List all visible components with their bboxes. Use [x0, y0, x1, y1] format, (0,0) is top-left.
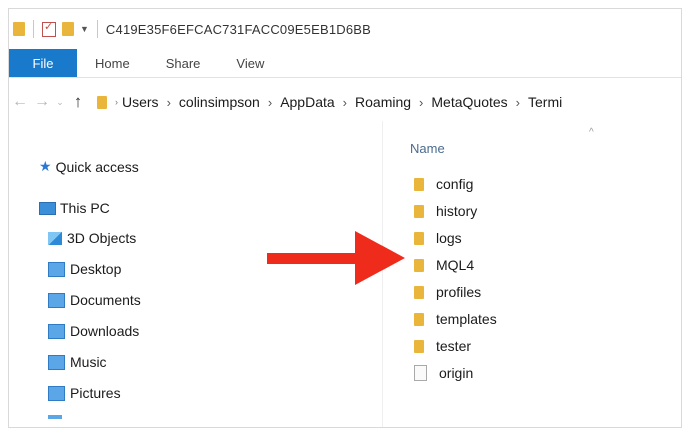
nav-item-label: Documents — [70, 292, 141, 308]
arrow-head — [355, 231, 405, 285]
list-item[interactable]: logs — [414, 230, 462, 246]
forward-arrow-icon[interactable]: → — [31, 93, 53, 111]
file-explorer-window: ▼ C419E35F6EFCAC731FACC09E5EB1D6BB File … — [8, 8, 682, 428]
chevron-right-icon[interactable]: › — [343, 95, 347, 110]
list-item[interactable]: config — [414, 176, 473, 192]
nav-quick-access[interactable]: ★ Quick access — [39, 158, 139, 175]
folder-icon — [414, 204, 424, 218]
documents-icon — [48, 292, 65, 308]
chevron-right-icon[interactable]: › — [268, 95, 272, 110]
breadcrumb-appdata[interactable]: AppData — [280, 94, 334, 110]
file-icon — [414, 365, 427, 381]
tab-share[interactable]: Share — [148, 49, 219, 77]
back-arrow-icon[interactable]: ← — [9, 93, 31, 111]
breadcrumb: Users › colinsimpson › AppData › Roaming… — [122, 94, 562, 110]
desktop-icon — [48, 261, 65, 277]
nav-item-label: Downloads — [70, 323, 140, 339]
quick-access-toolbar: ▼ — [9, 20, 100, 38]
up-arrow-icon[interactable]: ↑ — [67, 92, 89, 112]
folder-icon — [414, 285, 424, 299]
nav-downloads[interactable]: Downloads — [48, 323, 139, 339]
ribbon-tabs: File Home Share View — [9, 49, 681, 78]
folder-icon — [414, 312, 424, 326]
list-item[interactable]: origin — [414, 365, 473, 381]
list-item-label: logs — [436, 230, 462, 246]
list-item-label: origin — [439, 365, 474, 381]
downloads-icon — [48, 323, 65, 339]
star-icon: ★ — [39, 158, 52, 174]
nav-quick-access-label: Quick access — [55, 158, 139, 175]
customize-toolbar-dropdown-icon[interactable]: ▼ — [80, 24, 89, 34]
partial-nav-item-icon — [48, 415, 62, 419]
list-item-label: MQL4 — [436, 257, 475, 273]
nav-desktop[interactable]: Desktop — [48, 261, 121, 277]
tab-file[interactable]: File — [9, 49, 77, 77]
list-item[interactable]: templates — [414, 311, 497, 327]
breadcrumb-users[interactable]: Users — [122, 94, 159, 110]
nav-pictures[interactable]: Pictures — [48, 385, 121, 401]
3d-objects-icon — [48, 231, 62, 245]
window-title: C419E35F6EFCAC731FACC09E5EB1D6BB — [105, 21, 372, 37]
red-arrow-annotation — [267, 231, 405, 285]
list-item[interactable]: MQL4 — [414, 257, 474, 273]
new-folder-icon[interactable] — [62, 22, 74, 36]
list-item-label: profiles — [436, 284, 482, 300]
breadcrumb-roaming[interactable]: Roaming — [355, 94, 411, 110]
recent-locations-chevron-icon[interactable]: ⌄ — [53, 97, 67, 108]
nav-item-label: Pictures — [70, 385, 121, 401]
breadcrumb-terminal[interactable]: Termi — [528, 94, 562, 110]
list-item-label: history — [436, 203, 478, 219]
nav-item-label: 3D Objects — [67, 230, 137, 246]
nav-documents[interactable]: Documents — [48, 292, 141, 308]
column-header-name[interactable]: Name — [410, 141, 445, 156]
folder-icon — [414, 339, 424, 353]
list-item[interactable]: tester — [414, 338, 471, 354]
nav-this-pc-label: This PC — [60, 200, 110, 216]
folder-icon[interactable] — [13, 22, 25, 36]
tab-view[interactable]: View — [218, 49, 282, 77]
divider — [96, 20, 98, 38]
list-item-label: config — [436, 176, 474, 192]
breadcrumb-metaquotes[interactable]: MetaQuotes — [431, 94, 507, 110]
folder-icon — [414, 258, 424, 272]
pictures-icon — [48, 385, 65, 401]
address-bar-row: ← → ⌄ ↑ › Users › colinsimpson › AppData… — [9, 85, 681, 119]
list-item-label: tester — [436, 338, 472, 354]
properties-check-icon[interactable] — [42, 20, 56, 37]
arrow-shaft — [267, 253, 359, 264]
nav-3d-objects[interactable]: 3D Objects — [48, 230, 136, 246]
title-bar: ▼ C419E35F6EFCAC731FACC09E5EB1D6BB — [9, 9, 681, 49]
nav-this-pc[interactable]: This PC — [39, 200, 110, 216]
divider — [33, 20, 34, 38]
file-list: ^ Name config history logs MQL4 profiles… — [384, 121, 681, 427]
computer-icon — [39, 201, 56, 215]
chevron-right-icon[interactable]: › — [167, 95, 171, 110]
folder-icon — [414, 177, 424, 191]
sort-ascending-icon: ^ — [589, 127, 594, 138]
nav-item-label: Music — [70, 354, 107, 370]
tab-home[interactable]: Home — [77, 49, 148, 77]
folder-icon — [414, 231, 424, 245]
list-item[interactable]: profiles — [414, 284, 481, 300]
breadcrumb-root-chevron-icon[interactable]: › — [115, 97, 118, 107]
music-icon — [48, 354, 65, 370]
nav-item-label: Desktop — [70, 261, 122, 277]
list-item-label: templates — [436, 311, 497, 327]
chevron-right-icon[interactable]: › — [419, 95, 423, 110]
folder-icon — [97, 95, 107, 109]
breadcrumb-colinsimpson[interactable]: colinsimpson — [179, 94, 260, 110]
list-item[interactable]: history — [414, 203, 477, 219]
nav-music[interactable]: Music — [48, 354, 107, 370]
chevron-right-icon[interactable]: › — [516, 95, 520, 110]
